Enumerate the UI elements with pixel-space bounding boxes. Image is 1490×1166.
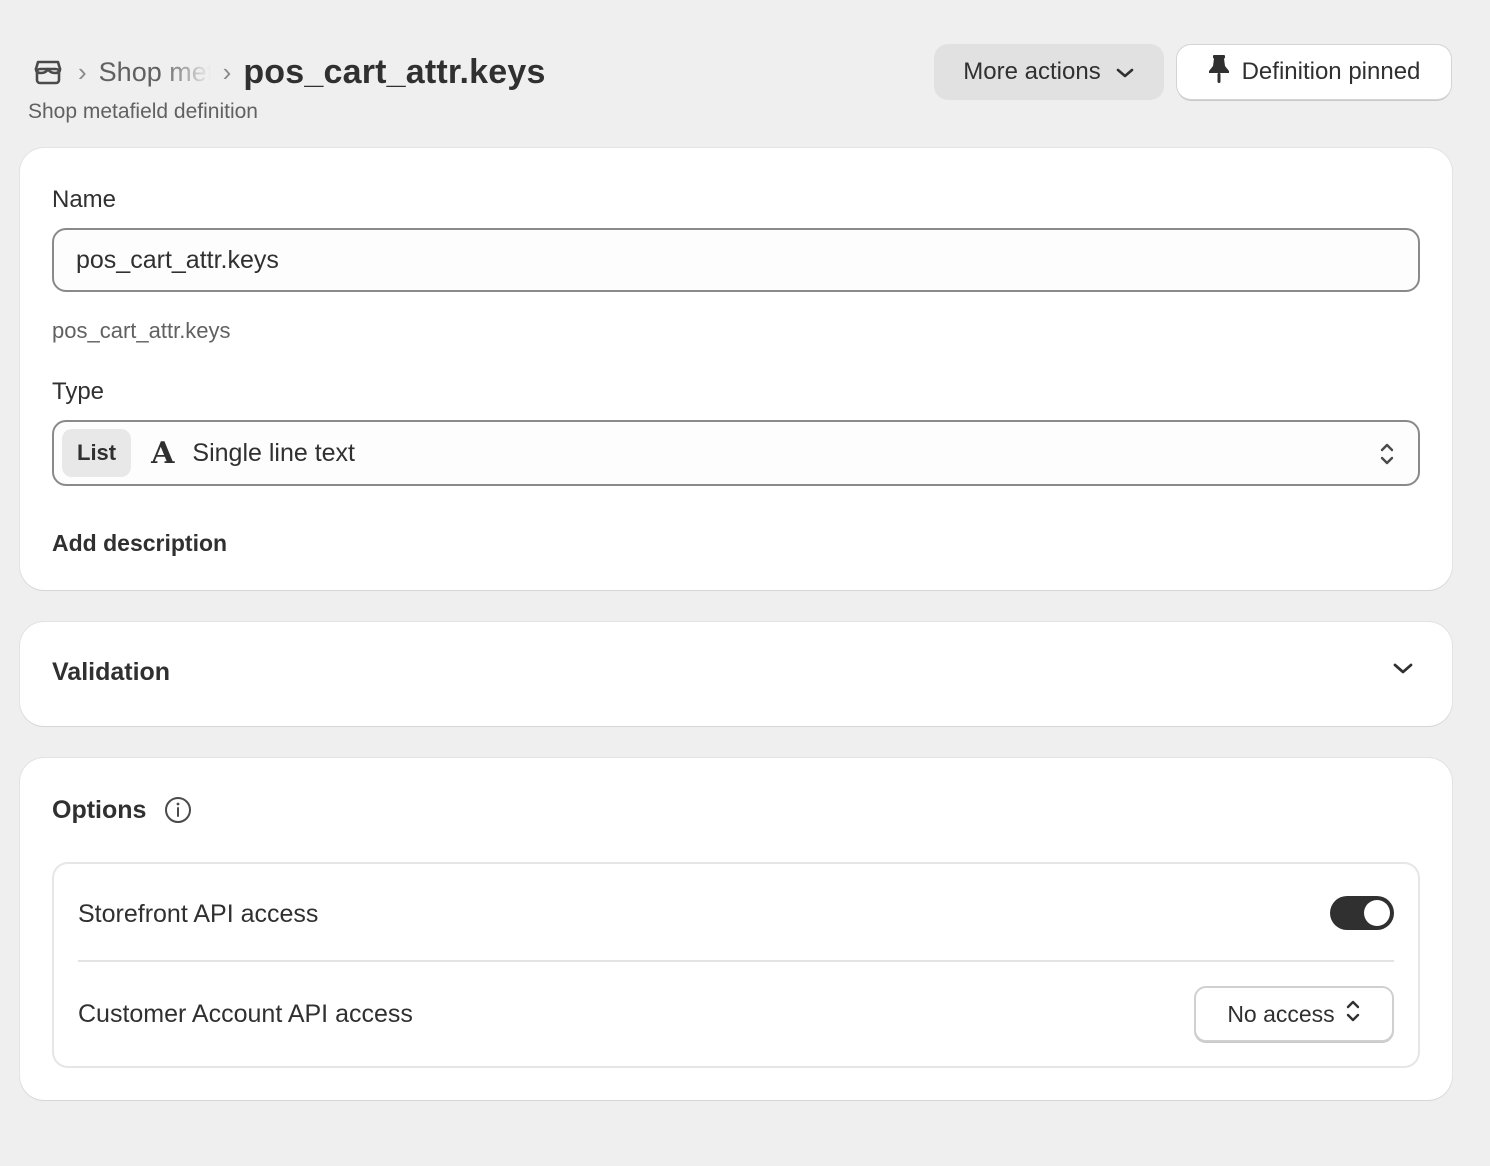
options-box: Storefront API access Customer Account A…	[52, 862, 1420, 1068]
name-label: Name	[52, 186, 117, 213]
text-type-icon: A	[151, 435, 175, 471]
type-select[interactable]: List A Single line text	[52, 420, 1420, 486]
customer-account-access-select[interactable]: No access	[1194, 986, 1394, 1042]
customer-account-api-row: Customer Account API access No access	[78, 964, 1394, 1064]
chevron-down-icon	[1115, 58, 1135, 86]
breadcrumb: › Shop metafields › pos_cart_attr.keys	[30, 50, 546, 94]
options-title: Options	[52, 796, 147, 824]
definition-card: Name pos_cart_attr.keys pos_cart_attr.ke…	[20, 148, 1452, 590]
type-value: Single line text	[192, 438, 356, 467]
key-helper-text: pos_cart_attr.keys	[52, 318, 231, 343]
options-card: Options Storefront API access Customer A…	[20, 758, 1452, 1100]
store-icon[interactable]	[30, 54, 66, 90]
type-label: Type	[52, 378, 105, 405]
storefront-api-label: Storefront API access	[78, 899, 319, 928]
definition-pinned-button[interactable]: Definition pinned	[1177, 45, 1451, 99]
pin-icon	[1208, 54, 1230, 91]
customer-account-api-label: Customer Account API access	[78, 999, 413, 1028]
list-badge: List	[62, 429, 132, 477]
storefront-api-toggle[interactable]	[1330, 896, 1394, 930]
select-chevrons-icon	[1345, 998, 1361, 1030]
page-header: › Shop metafields › pos_cart_attr.keys S…	[0, 0, 1490, 140]
info-icon[interactable]	[164, 796, 192, 829]
validation-card[interactable]: Validation	[20, 622, 1452, 726]
page-subtitle: Shop metafield definition	[28, 100, 258, 123]
page-title: pos_cart_attr.keys	[243, 52, 546, 91]
storefront-api-row: Storefront API access	[78, 864, 1394, 964]
validation-title: Validation	[52, 658, 171, 686]
chevron-down-icon[interactable]	[1392, 662, 1414, 681]
customer-account-access-value: No access	[1227, 1000, 1335, 1027]
divider	[78, 960, 1394, 962]
toggle-knob	[1364, 900, 1390, 926]
more-actions-label: More actions	[963, 58, 1101, 85]
select-chevrons-icon	[1378, 440, 1396, 473]
breadcrumb-separator: ›	[222, 57, 232, 87]
name-input[interactable]: pos_cart_attr.keys	[52, 228, 1420, 292]
more-actions-button[interactable]: More actions	[934, 44, 1164, 100]
definition-pinned-label: Definition pinned	[1241, 58, 1421, 85]
breadcrumb-separator: ›	[78, 57, 87, 87]
breadcrumb-shop-metafields[interactable]: Shop metafields	[99, 57, 211, 88]
add-description-button[interactable]: Add description	[52, 530, 227, 557]
